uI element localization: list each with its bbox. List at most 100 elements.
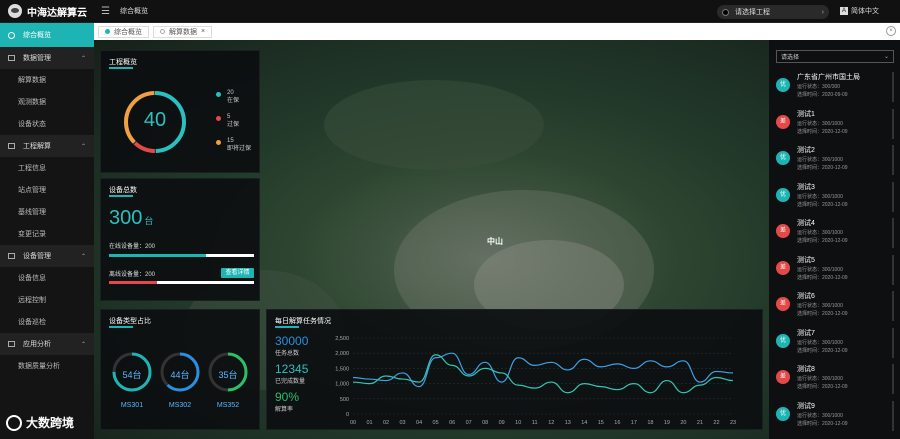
- list-item[interactable]: 差测试6 运行状态：300/1000 选择时间：2020-12-09: [776, 291, 894, 328]
- sidebar-item[interactable]: 设备信息: [0, 267, 94, 289]
- item-status: 运行状态：300/1000: [797, 266, 843, 273]
- x-tick-label: 01: [366, 420, 372, 426]
- project-total: 40: [143, 109, 167, 131]
- status-badge: 优: [776, 187, 790, 202]
- menu-toggle-icon[interactable]: ☰: [101, 6, 110, 17]
- close-icon[interactable]: ×: [201, 28, 205, 35]
- x-tick-label: 00: [350, 420, 356, 426]
- x-tick-label: 02: [383, 420, 389, 426]
- app-logo[interactable]: 中海达解算云: [8, 4, 87, 19]
- sidebar-item[interactable]: 设备巡检: [0, 311, 94, 333]
- list-item[interactable]: 差测试5 运行状态：300/1000 选择时间：2020-12-09: [776, 254, 894, 292]
- sidebar-item[interactable]: 数据质量分析: [0, 355, 94, 377]
- sidebar-item[interactable]: 解算数据: [0, 69, 94, 91]
- stat-value: 90%: [275, 390, 300, 404]
- device-total-panel: 设备总数 300 台 在线设备量：200 离线设备量：200: [100, 178, 260, 301]
- list-item[interactable]: 优广东省广州市国土局 运行状态：300/300 选择时间：2020-09-09: [776, 72, 894, 109]
- list-item[interactable]: 优测试2 运行状态：300/1000 选择时间：2020-12-09: [776, 145, 894, 182]
- sidebar-group[interactable]: 工程解算 ⌃: [0, 135, 94, 157]
- item-time: 选择时间：2020-12-09: [797, 238, 848, 244]
- item-time: 选择时间：2020-12-09: [797, 128, 848, 135]
- panel-title: 工程概览: [109, 59, 137, 66]
- item-status: 运行状态：300/1000: [797, 339, 843, 346]
- online-bar-fill: [109, 254, 207, 257]
- sidebar-item[interactable]: 观测数据: [0, 91, 94, 113]
- y-tick-label: 1,000: [335, 382, 349, 388]
- x-tick-label: 16: [614, 420, 620, 426]
- tab-solution-data[interactable]: 解算数据 ×: [153, 25, 213, 38]
- chevron-right-icon: ›: [821, 8, 824, 16]
- y-tick-label: 0: [346, 412, 349, 418]
- status-badge: 差: [776, 114, 790, 129]
- language-icon: A: [840, 7, 848, 15]
- legend-label: 过保: [227, 122, 240, 128]
- sidebar-group[interactable]: 设备管理 ⌃: [0, 245, 94, 267]
- tab-dot-icon: [160, 29, 165, 34]
- project-overview-panel: 工程概览 40 20 在保 5 过保 15 即将过保: [100, 50, 260, 173]
- list-item[interactable]: 差测试8 运行状态：300/1000 选择时间：2020-12-09: [776, 364, 894, 401]
- offline-bar-fill: [109, 281, 157, 284]
- legend-dot: [216, 140, 221, 145]
- sidebar-item[interactable]: 设备状态: [0, 113, 94, 135]
- device-unit: 台: [144, 216, 154, 226]
- close-all-tabs-icon[interactable]: ×: [886, 26, 896, 36]
- x-tick-label: 17: [631, 420, 637, 426]
- item-time: 选择时间：2020-12-09: [797, 420, 848, 427]
- item-divider: [892, 218, 894, 248]
- title-underline: [275, 326, 299, 328]
- item-divider: [892, 181, 894, 212]
- legend-value: 20: [227, 90, 234, 96]
- language-switch[interactable]: A 简体中文: [840, 6, 879, 16]
- item-status: 运行状态：300/300: [797, 84, 841, 90]
- sidebar-group[interactable]: 应用分析 ⌃: [0, 333, 94, 355]
- item-name: 测试7: [797, 329, 815, 337]
- x-tick-label: 20: [680, 420, 686, 426]
- list-item[interactable]: 优测试7 运行状态：300/1000 选择时间：2020-12-09: [776, 327, 894, 365]
- item-time: 选择时间：2020-12-09: [797, 201, 848, 208]
- sidebar-group-label: 数据管理: [23, 55, 51, 62]
- top-bar: 中海达解算云 ☰ 综合概览 请选择工程 › A 简体中文: [0, 0, 900, 23]
- x-tick-label: 22: [713, 420, 719, 426]
- online-label: 在线设备量：200: [109, 244, 156, 250]
- legend-dot: [216, 116, 221, 121]
- x-tick-label: 09: [499, 420, 505, 426]
- sidebar-item[interactable]: 远程控制: [0, 289, 94, 311]
- list-item[interactable]: 差测试1 运行状态：300/1000 选择时间：2020-12-09: [776, 108, 894, 146]
- item-time: 选择时间：2020-12-09: [797, 274, 848, 281]
- status-badge: 差: [776, 297, 790, 311]
- tab-label: 综合概览: [114, 28, 142, 36]
- view-details-button[interactable]: 查看详情: [221, 268, 254, 278]
- tab-overview[interactable]: 综合概览: [98, 25, 149, 38]
- sidebar-item[interactable]: 站点管理: [0, 179, 94, 201]
- terrain-patch: [324, 80, 544, 170]
- stat-completed: 12345 已完成数量: [275, 362, 308, 385]
- list-item[interactable]: 差测试4 运行状态：300/1000 选择时间：2020-12-09: [776, 218, 894, 255]
- title-underline: [109, 67, 133, 69]
- legend-expired: 5 过保: [216, 113, 239, 129]
- x-tick-label: 07: [466, 420, 472, 426]
- item-status: 运行状态：300/1000: [797, 412, 843, 419]
- sidebar-group[interactable]: 数据管理 ⌃: [0, 47, 94, 69]
- filter-select[interactable]: 请选择 ⌄: [776, 50, 894, 63]
- item-divider: [892, 254, 894, 285]
- sidebar-item-overview[interactable]: 综合概览: [0, 23, 94, 47]
- x-tick-label: 14: [581, 420, 587, 426]
- list-item[interactable]: 优测试9 运行状态：300/1000 选择时间：2020-12-09: [776, 400, 894, 438]
- sidebar-item[interactable]: 变更记录: [0, 223, 94, 245]
- device-types-panel: 设备类型占比 MS301 MS302 MS352 54台 44台 35台: [100, 309, 260, 430]
- gauge-value: 35台: [218, 370, 238, 380]
- list-item[interactable]: 优测试3 运行状态：300/1000 选择时间：2020-12-09: [776, 181, 894, 219]
- x-tick-label: 19: [664, 420, 670, 426]
- device-icon: [8, 253, 15, 259]
- item-name: 测试3: [797, 183, 815, 191]
- sidebar-item[interactable]: 基线管理: [0, 201, 94, 223]
- project-select[interactable]: 请选择工程 ›: [717, 5, 829, 19]
- stat-value: 30000: [275, 334, 309, 348]
- sidebar-item[interactable]: 工程信息: [0, 157, 94, 179]
- item-status: 运行状态：300/1000: [797, 193, 843, 200]
- language-label: 简体中文: [851, 8, 879, 15]
- item-divider: [892, 400, 894, 431]
- item-divider: [892, 108, 894, 139]
- x-tick-label: 08: [482, 420, 488, 426]
- select-label: 请选择: [781, 55, 800, 61]
